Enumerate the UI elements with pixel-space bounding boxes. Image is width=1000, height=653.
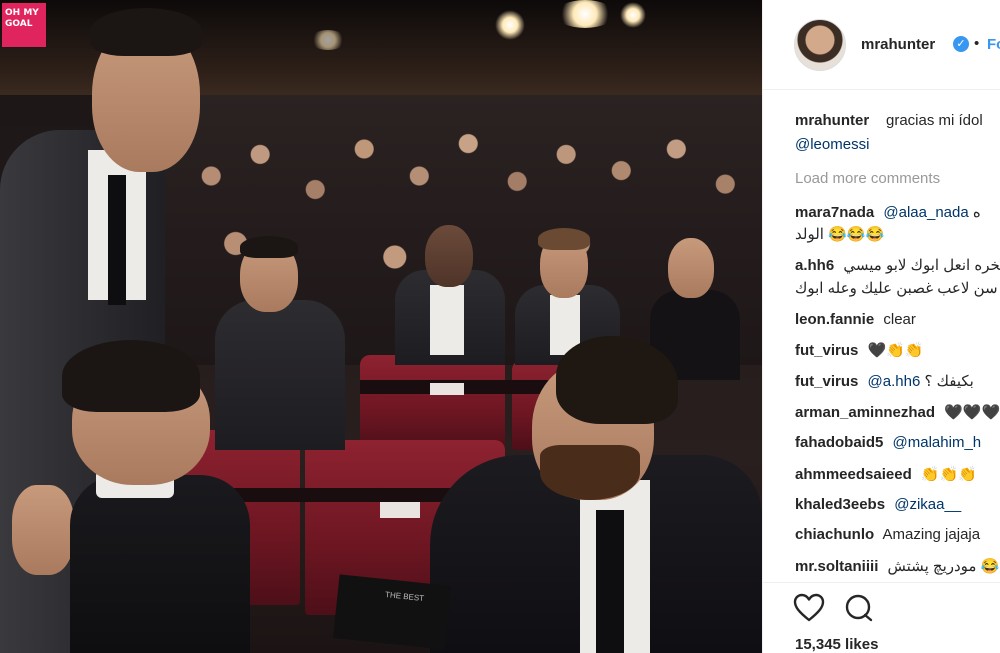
comment-text: ه [972,204,981,221]
comment-row: mr.soltaniiii مودريچ پشتش 😂 [795,557,999,579]
comment-text-continued: سن لاعب غصبن عليك وعله ابوك [795,280,998,297]
seated-woman-head [668,238,714,298]
balcony-light [310,30,346,50]
standing-man-hand [12,485,74,575]
comment-mention[interactable]: @zikaa__ [894,496,961,513]
seated-player-beard [540,445,640,500]
comment-username[interactable]: fahadobaid5 [795,434,883,451]
standing-man-tie [108,175,126,305]
standing-man-hair [90,8,202,56]
comment-row: fut_virus @a.hh6 بكيفك ؟ [795,372,974,394]
comment-username[interactable]: chiachunlo [795,526,874,543]
post-actions [763,582,1000,630]
brand-logo: OH MY GOAL [2,3,46,47]
seat-tag [430,383,464,395]
comment-text: 🖤👏👏 [867,342,924,359]
theatre-seat [360,355,505,450]
comment-mention[interactable]: @alaa_nada [883,204,968,221]
boy-hair [62,340,200,412]
seated-man-suit [215,300,345,450]
verified-badge-icon: ✓ [953,36,969,52]
follow-button[interactable]: Fo [987,36,1000,53]
seated-player-tie [596,510,624,653]
seated-man-hair [538,228,590,250]
comment-row: a.hh6 الخره انعل ابوك لابو ميسي [795,256,1000,278]
seated-man-head [425,225,473,287]
comment-username[interactable]: mara7nada [795,204,874,221]
comment-text: 🖤🖤🖤 [944,404,1000,421]
chandelier-light [555,0,615,28]
comment-text: بكيفك ؟ [924,373,974,390]
comment-text: الخره انعل ابوك لابو ميسي [843,257,1000,274]
comment-text: Amazing jajaja [882,526,981,543]
boy-suit [70,475,250,653]
post-author-username[interactable]: mrahunter [861,36,935,53]
comment-mention[interactable]: @a.hh6 [868,373,921,390]
comment-text: clear [883,311,916,328]
comment-row: fahadobaid5 @malahim_h [795,434,981,456]
heart-icon[interactable] [793,593,825,623]
comment-row: mara7nada @alaa_nada ه [795,203,981,225]
comment-mention[interactable]: @malahim_h [893,434,982,451]
likes-count[interactable]: 15,345 likes [795,636,878,653]
avatar[interactable] [794,19,846,71]
comment-username[interactable]: mr.soltaniiii [795,558,878,575]
comment-username[interactable]: khaled3eebs [795,496,885,513]
post-header: mrahunter ✓ • Fo [763,0,1000,90]
comment-text-continued: الولد 😂😂😂 [795,226,885,243]
caption-username[interactable]: mrahunter [795,112,869,129]
stage-light [620,2,646,28]
seated-man-hair [240,236,298,258]
caption-mention[interactable]: @leomessi [795,136,869,153]
post-photo[interactable]: THE BEST OH MY GOAL [0,0,762,653]
separator-dot: • [974,35,980,52]
comment-username[interactable]: fut_virus [795,373,858,390]
caption-text: gracias mi ídol [886,112,983,129]
load-more-comments-button[interactable]: Load more comments [795,170,940,187]
comment-row: fut_virus 🖤👏👏 [795,341,924,363]
comment-username[interactable]: ahmmeedsaieed [795,466,912,483]
comment-username[interactable]: a.hh6 [795,257,834,274]
comment-username[interactable]: arman_aminnezhad [795,404,935,421]
comment-text: 👏👏👏 [920,466,977,483]
seated-man-shirt [430,285,464,355]
post-sidebar: mrahunter ✓ • Fo mrahunter gracias mi íd… [762,0,1000,653]
comment-username[interactable]: leon.fannie [795,311,874,328]
comment-row: ahmmeedsaieed 👏👏👏 [795,465,977,487]
stage-light [495,10,525,40]
seat-tag [380,502,420,518]
ceremony-program [332,574,452,650]
comment-text: مودريچ پشتش 😂 [887,558,1000,575]
comment-row: arman_aminnezhad 🖤🖤🖤 [795,403,1000,425]
comment-row: leon.fannie clear [795,311,916,333]
comment-username[interactable]: fut_virus [795,342,858,359]
comment-row: khaled3eebs @zikaa__ [795,496,961,518]
comment-row: chiachunlo Amazing jajaja [795,526,980,548]
comment-bubble-icon[interactable] [843,593,875,623]
